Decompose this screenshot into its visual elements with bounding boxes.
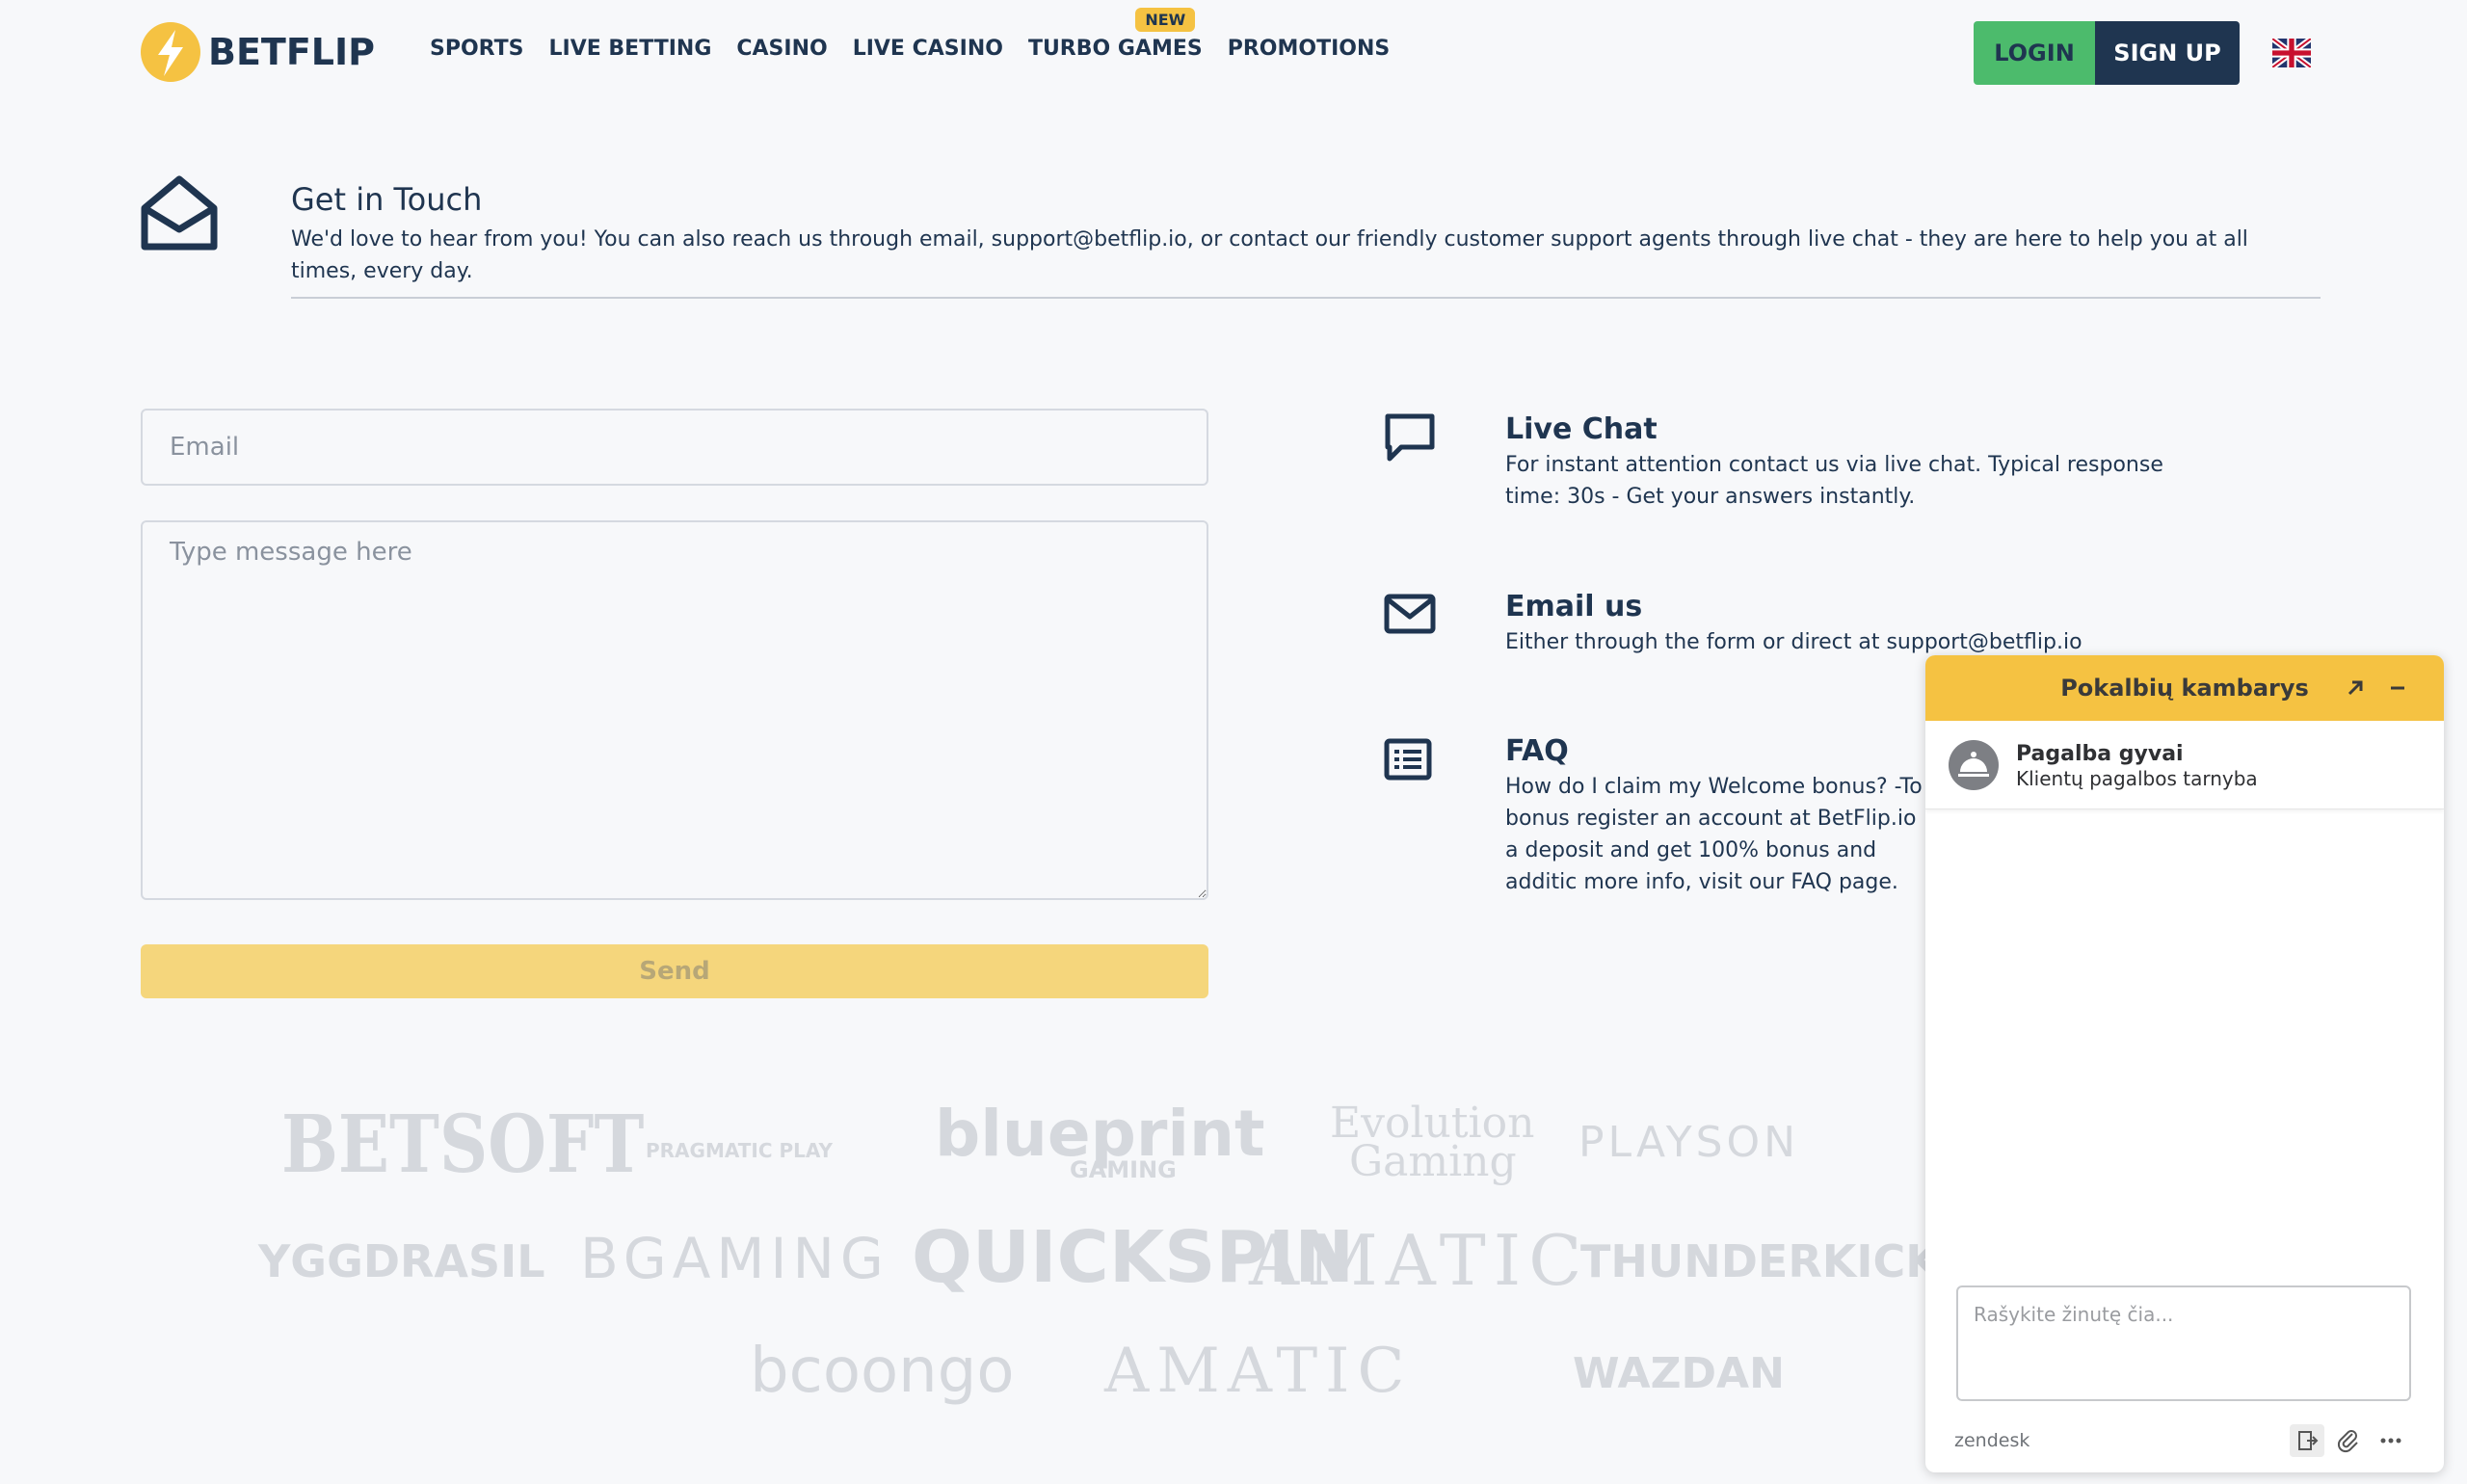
end-chat-icon[interactable]: [2290, 1424, 2324, 1457]
amatic-logo-2: AMATIC: [1104, 1336, 1413, 1407]
nav-label: CASINO: [736, 37, 828, 61]
chat-widget: Pokalbių kambarys Pagalba gyvai Klientų …: [1925, 655, 2444, 1472]
chat-agent-row: Pagalba gyvai Klientų pagalbos tarnyba: [1925, 721, 2444, 809]
agent-role: Klientų pagalbos tarnyba: [2016, 767, 2258, 790]
nav-label: SPORTS: [430, 37, 524, 61]
nav-label: PROMOTIONS: [1227, 37, 1391, 61]
signup-button[interactable]: SIGN UP: [2095, 21, 2240, 85]
logo-text: BETFLIP: [208, 31, 376, 73]
paperclip-icon[interactable]: [2334, 1424, 2363, 1457]
list-icon: [1384, 738, 1432, 784]
nav-label: LIVE BETTING: [548, 37, 712, 61]
thunderkick-logo: THUNDERKICK: [1580, 1235, 1940, 1287]
betflip-logo[interactable]: BETFLIP: [141, 21, 375, 83]
nav-live-betting[interactable]: LIVE BETTING: [548, 37, 711, 61]
agent-name: Pagalba gyvai: [2016, 742, 2184, 766]
nav-promotions[interactable]: PROMOTIONS: [1228, 37, 1391, 61]
uk-flag-icon[interactable]: [2270, 36, 2313, 70]
chat-bubble-icon: [1384, 412, 1436, 466]
get-in-touch-title: Get in Touch: [291, 181, 483, 218]
faq-title: FAQ: [1505, 734, 1569, 768]
concierge-bell-icon: [1949, 740, 1999, 790]
minimize-icon[interactable]: [2386, 676, 2409, 703]
section-divider: [291, 297, 2321, 299]
blueprint-gaming-logo: GAMING: [1070, 1156, 1177, 1183]
faq-text: How do I claim my Welcome bonus? -To bon…: [1505, 775, 1923, 894]
main-nav: SPORTS LIVE BETTING CASINO LIVE CASINO T…: [430, 8, 1415, 61]
live-chat-title: Live Chat: [1505, 412, 1658, 446]
message-textarea[interactable]: [141, 520, 1208, 900]
email-us-text: Either through the form or direct at sup…: [1505, 630, 2082, 654]
open-envelope-icon: [141, 173, 218, 256]
nav-casino[interactable]: CASINO: [736, 37, 827, 61]
new-badge: NEW: [1135, 8, 1196, 32]
login-button[interactable]: LOGIN: [1974, 21, 2095, 85]
nav-live-casino[interactable]: LIVE CASINO: [853, 37, 1003, 61]
nav-turbo-games[interactable]: TURBO GAMES NEW: [1027, 8, 1203, 61]
nav-label: TURBO GAMES: [1027, 37, 1203, 61]
envelope-icon: [1384, 594, 1436, 640]
send-button[interactable]: Send: [141, 944, 1208, 998]
email-us-title: Email us: [1505, 590, 1643, 623]
booongo-logo: bcoongo: [750, 1336, 1015, 1407]
playson-logo: PLAYSON: [1578, 1118, 1800, 1167]
site-header: BETFLIP SPORTS LIVE BETTING CASINO LIVE …: [0, 0, 2467, 106]
lightning-bolt-icon: [141, 22, 200, 82]
live-chat-text: For instant attention contact us via liv…: [1505, 453, 2163, 509]
evolution-gaming-logo: Gaming: [1349, 1137, 1517, 1186]
zendesk-brand: zendesk: [1954, 1430, 2030, 1451]
yggdrasil-logo: YGGDRASIL: [258, 1235, 545, 1287]
pragmatic-play-logo: PRAGMATIC PLAY: [646, 1139, 833, 1162]
bgaming-logo: BGAMING: [580, 1226, 889, 1291]
expand-icon[interactable]: [2344, 676, 2367, 703]
wazdan-logo: WAZDAN: [1573, 1349, 1785, 1398]
nav-sports[interactable]: SPORTS: [430, 37, 523, 61]
nav-label: LIVE CASINO: [852, 37, 1003, 61]
email-input[interactable]: [141, 409, 1208, 486]
chat-header: Pokalbių kambarys: [1925, 655, 2444, 721]
amatic-logo: AMATIC: [1249, 1220, 1590, 1301]
betsoft-logo: BETSOFT: [281, 1099, 645, 1191]
more-options-icon[interactable]: [2374, 1424, 2407, 1457]
chat-message-input[interactable]: [1956, 1285, 2411, 1401]
get-in-touch-text: We'd love to hear from you! You can also…: [291, 227, 2248, 283]
